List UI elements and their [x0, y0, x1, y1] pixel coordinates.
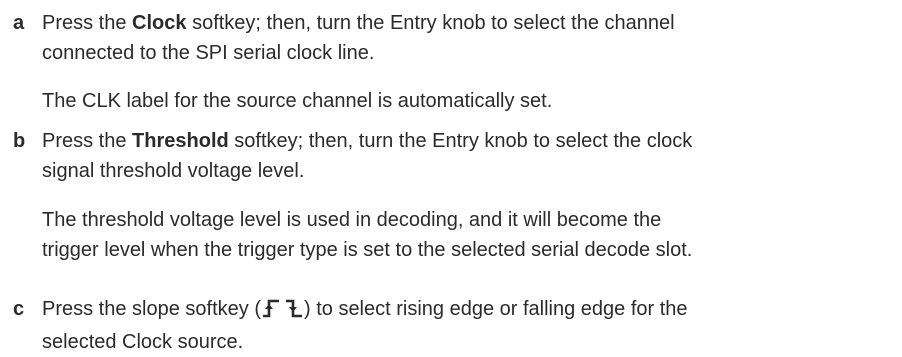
- step-b-note-line-1: The threshold voltage level is used in d…: [42, 209, 662, 231]
- step-b-note-line-2: trigger level when the trigger type is s…: [42, 239, 693, 261]
- step-c-line-2: selected Clock source.: [42, 331, 244, 353]
- document-page: a Press the Clock softkey; then, turn th…: [0, 0, 902, 356]
- step-a-instruction: Press the Clock softkey; then, turn the …: [42, 8, 892, 68]
- step-b-instruction: Press the Threshold softkey; then, turn …: [42, 126, 892, 186]
- threshold-softkey-name: Threshold: [132, 130, 229, 152]
- step-a-line-1: Press the Clock softkey; then, turn the …: [42, 12, 675, 34]
- step-b-note: The threshold voltage level is used in d…: [42, 205, 892, 265]
- step-c-instruction: Press the slope softkey () to select ris…: [42, 294, 892, 357]
- step-letter: c: [13, 298, 25, 320]
- falling-edge-icon: [284, 297, 304, 327]
- step-b-line-2: signal threshold voltage level.: [42, 160, 305, 182]
- step-a-note: The CLK label for the source channel is …: [42, 86, 892, 116]
- step-c-line-1: Press the slope softkey () to select ris…: [42, 294, 892, 327]
- step-a-line-2: connected to the SPI serial clock line.: [42, 42, 375, 64]
- step-letter: b: [13, 130, 26, 152]
- step-a-note-line-1: The CLK label for the source channel is …: [42, 90, 553, 112]
- rising-edge-icon: [261, 297, 281, 327]
- step-letter: a: [13, 12, 25, 34]
- step-b-line-1: Press the Threshold softkey; then, turn …: [42, 130, 693, 152]
- clock-softkey-name: Clock: [132, 12, 187, 34]
